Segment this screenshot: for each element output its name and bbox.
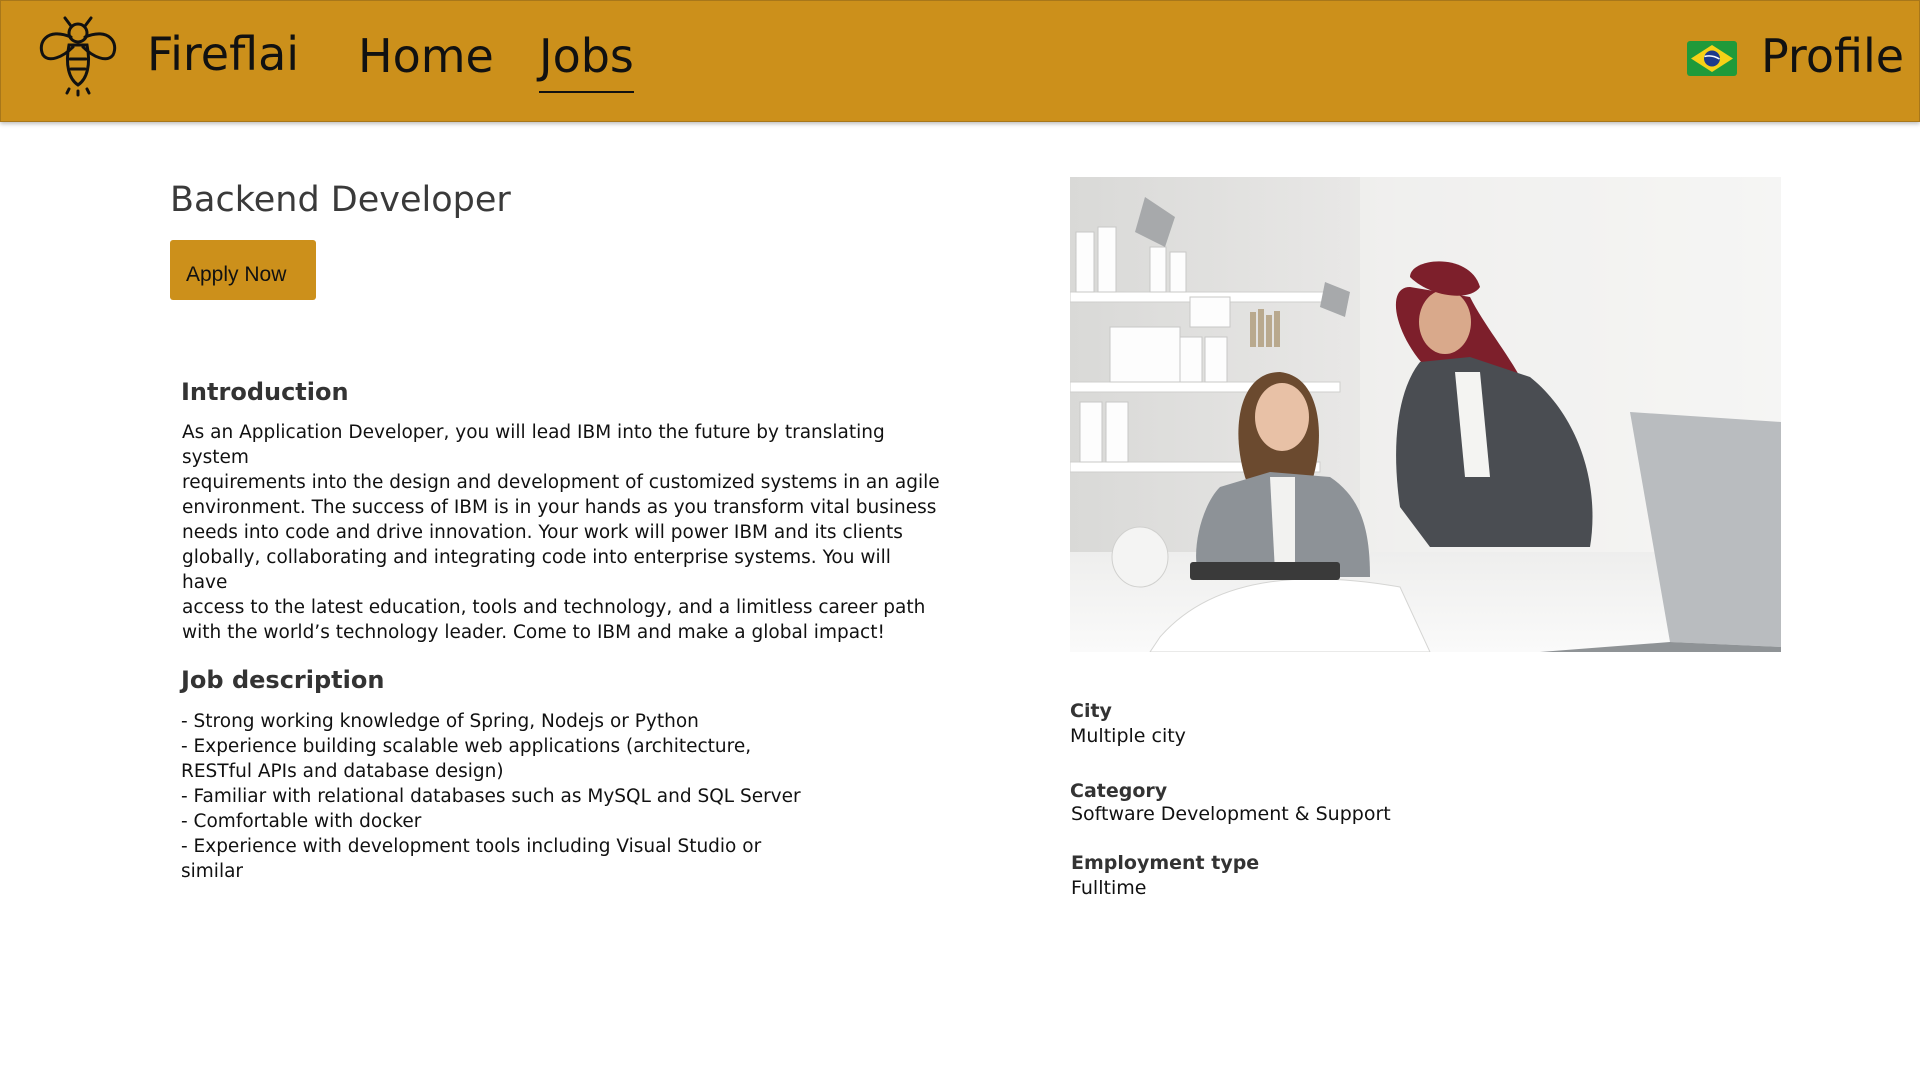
introduction-text: As an Application Developer, you will le… (182, 420, 942, 645)
intro-line: needs into code and drive innovation. Yo… (182, 522, 903, 543)
category-label: Category (1070, 780, 1168, 802)
nav-jobs-link[interactable]: Jobs (539, 29, 634, 93)
brand-link[interactable]: Fireflai (147, 27, 299, 81)
category-value: Software Development & Support (1071, 803, 1391, 825)
employment-type-value: Fulltime (1071, 877, 1147, 899)
firefly-logo-icon[interactable] (35, 13, 121, 99)
intro-line: access to the latest education, tools an… (182, 597, 926, 618)
intro-line: globally, collaborating and integrating … (182, 547, 891, 593)
intro-line: As an Application Developer, you will le… (182, 422, 885, 468)
office-photo (1070, 177, 1781, 652)
description-line: - Experience with development tools incl… (181, 836, 762, 857)
intro-line: requirements into the design and develop… (182, 472, 940, 493)
job-description-heading: Job description (181, 666, 385, 694)
description-line: RESTful APIs and database design) (181, 761, 504, 782)
city-label: City (1070, 700, 1112, 722)
top-navbar: Fireflai Home Jobs Profile (0, 0, 1920, 122)
brazil-flag-icon[interactable] (1687, 41, 1737, 76)
description-line: similar (181, 861, 244, 882)
employment-type-label: Employment type (1071, 852, 1260, 874)
nav-home-link[interactable]: Home (358, 29, 494, 83)
introduction-heading: Introduction (181, 378, 349, 406)
job-title: Backend Developer (170, 180, 511, 220)
intro-line: with the world’s technology leader. Come… (182, 622, 885, 643)
description-line: - Experience building scalable web appli… (181, 736, 752, 757)
description-line: - Comfortable with docker (181, 811, 422, 832)
intro-line: environment. The success of IBM is in yo… (182, 497, 937, 518)
apply-now-button[interactable]: Apply Now (170, 240, 316, 300)
job-description-list: - Strong working knowledge of Spring, No… (181, 709, 801, 884)
nav-profile-link[interactable]: Profile (1761, 29, 1904, 83)
description-line: - Familiar with relational databases suc… (181, 786, 801, 807)
city-value: Multiple city (1070, 725, 1186, 747)
description-line: - Strong working knowledge of Spring, No… (181, 711, 699, 732)
